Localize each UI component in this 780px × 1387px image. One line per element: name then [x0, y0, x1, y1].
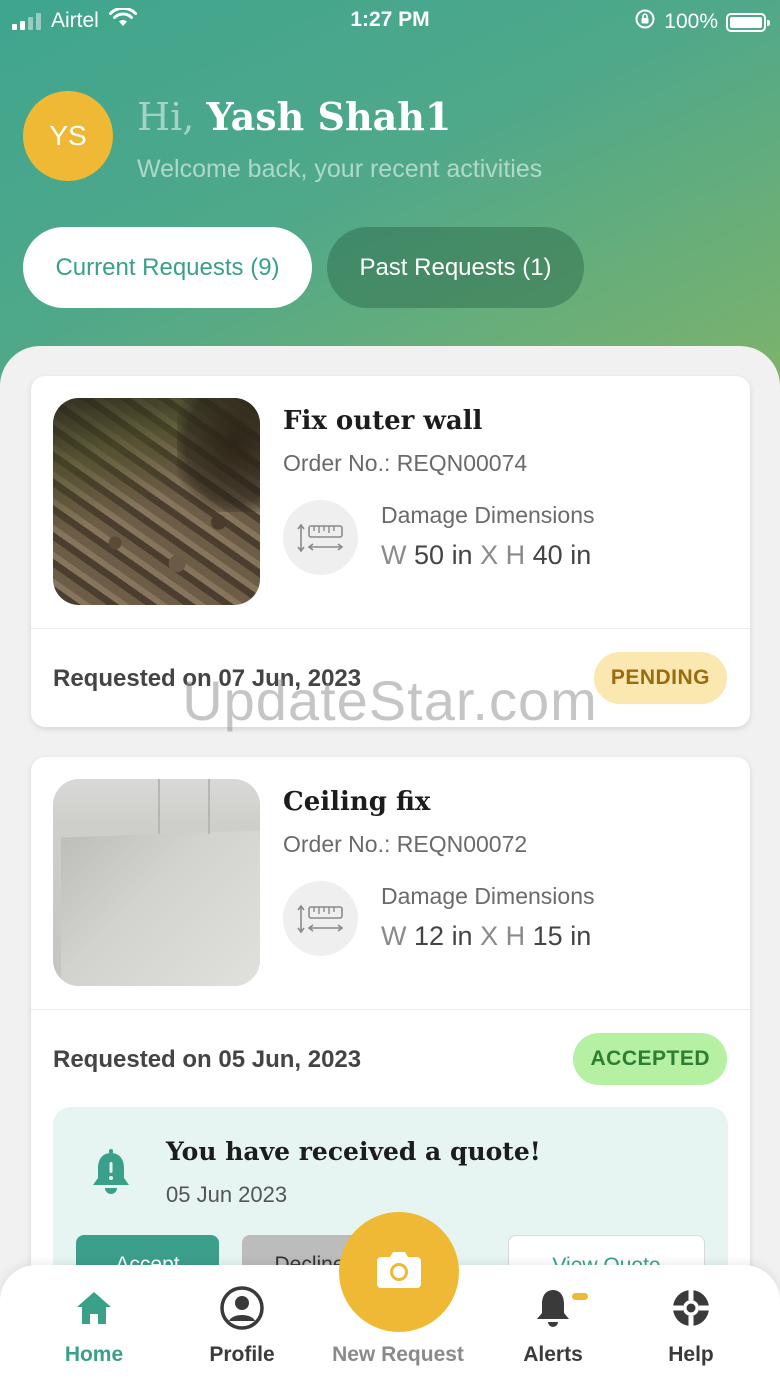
quote-date: 05 Jun 2023 — [166, 1182, 288, 1207]
nav-new-request-label: New Request — [332, 1343, 464, 1366]
divider — [31, 1009, 750, 1010]
nav-alerts-label: Alerts — [523, 1343, 583, 1366]
request-title: Fix outer wall — [283, 406, 483, 436]
requested-date: Requested on 05 Jun, 2023 — [53, 1046, 362, 1073]
ruler-dimensions-icon — [283, 500, 358, 575]
status-bar: Airtel 1:27 PM 100% — [0, 0, 780, 40]
requested-date: Requested on 07 Jun, 2023 — [53, 665, 362, 692]
nav-home[interactable]: Home — [29, 1285, 159, 1367]
welcome-subtitle: Welcome back, your recent activities — [137, 155, 543, 183]
help-icon — [626, 1285, 756, 1331]
tab-current-requests[interactable]: Current Requests (9) — [23, 227, 312, 308]
bell-icon — [89, 1149, 133, 1202]
request-card[interactable]: Fix outer wall Order No.: REQN00074 Dama… — [31, 376, 750, 727]
profile-icon — [177, 1285, 307, 1331]
tab-past-requests[interactable]: Past Requests (1) — [327, 227, 584, 308]
camera-icon — [375, 1250, 423, 1295]
avatar[interactable]: YS — [23, 91, 113, 181]
damage-dimensions-value: W 12 in X H 15 in — [381, 921, 592, 951]
lock-rotation-icon — [634, 8, 656, 36]
nav-help-label: Help — [668, 1343, 714, 1366]
battery-percent: 100% — [664, 10, 718, 33]
ruler-dimensions-icon — [283, 881, 358, 956]
status-badge: PENDING — [593, 652, 727, 704]
divider — [31, 628, 750, 629]
damage-dimensions-label: Damage Dimensions — [381, 502, 595, 528]
nav-profile-label: Profile — [209, 1343, 275, 1366]
alert-indicator — [572, 1293, 588, 1300]
status-badge: ACCEPTED — [573, 1033, 727, 1085]
header: Airtel 1:27 PM 100% YS Hi, Yash Shah1 We… — [0, 0, 780, 400]
greeting: Hi, Yash Shah1 — [137, 94, 451, 139]
user-name: Yash Shah1 — [206, 94, 452, 139]
battery-icon — [726, 12, 770, 32]
bell-icon — [488, 1285, 618, 1331]
request-photo — [53, 779, 260, 986]
home-icon — [29, 1285, 159, 1331]
order-number: Order No.: REQN00072 — [283, 831, 528, 857]
damage-dimensions-value: W 50 in X H 40 in — [381, 540, 592, 570]
order-number: Order No.: REQN00074 — [283, 450, 528, 476]
nav-home-label: Home — [64, 1343, 124, 1366]
nav-alerts[interactable]: Alerts — [488, 1285, 618, 1367]
camera-button[interactable] — [339, 1212, 459, 1332]
request-title: Ceiling fix — [283, 787, 431, 817]
nav-help[interactable]: Help — [626, 1285, 756, 1367]
quote-title: You have received a quote! — [166, 1137, 541, 1166]
nav-profile[interactable]: Profile — [177, 1285, 307, 1367]
damage-dimensions-label: Damage Dimensions — [381, 883, 595, 909]
greeting-prefix: Hi, — [137, 95, 195, 139]
request-photo — [53, 398, 260, 605]
